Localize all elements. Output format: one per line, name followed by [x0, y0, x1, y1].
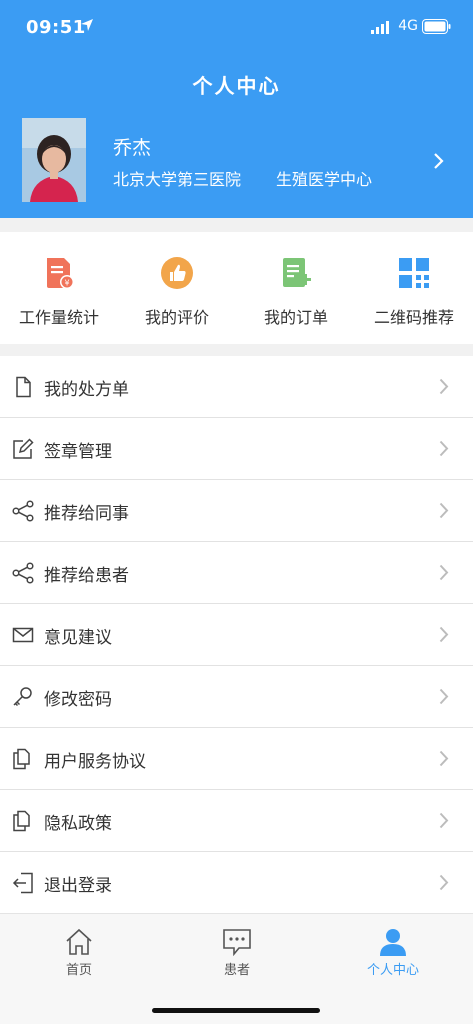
page-title: 个人中心 — [192, 74, 281, 98]
home-indicator — [152, 1008, 320, 1013]
tab-label: 首页 — [65, 963, 92, 978]
menu-label: 我的处方单 — [44, 380, 129, 400]
mail-icon — [12, 627, 34, 643]
chevron-right-icon — [434, 153, 444, 169]
battery-icon — [422, 19, 451, 34]
profile-name: 乔杰 — [113, 137, 152, 159]
workload-stats-icon: ¥ — [47, 258, 74, 289]
quick-label: 二维码推荐 — [373, 308, 454, 327]
chevron-right-icon — [439, 564, 449, 581]
menu-item-prescriptions[interactable]: 我的处方单 — [0, 356, 473, 418]
documents-icon — [13, 810, 30, 832]
menu-label: 退出登录 — [44, 876, 112, 896]
menu-item-recommend-patient[interactable]: 推荐给患者 — [0, 542, 473, 604]
tab-label: 患者 — [223, 963, 250, 978]
share-icon — [12, 500, 34, 522]
key-icon — [13, 687, 32, 707]
screen: 09:51 4G 个人中心 乔杰 北京大学第三医院 生殖医学中心 ¥ 工作量统计… — [0, 0, 473, 1024]
quick-label: 工作量统计 — [18, 308, 99, 327]
documents-icon — [13, 748, 30, 770]
chevron-right-icon — [439, 626, 449, 643]
tab-patients[interactable]: 患者 — [192, 928, 282, 978]
quick-workload-stats[interactable]: ¥ 工作量统计 — [0, 256, 118, 328]
chevron-right-icon — [439, 378, 449, 395]
menu-label: 推荐给同事 — [44, 504, 129, 524]
chevron-right-icon — [439, 440, 449, 457]
status-bar: 09:51 4G — [0, 0, 473, 56]
network-type: 4G — [398, 18, 418, 34]
menu-item-feedback[interactable]: 意见建议 — [0, 604, 473, 666]
chevron-right-icon — [439, 502, 449, 519]
chevron-right-icon — [439, 812, 449, 829]
quick-my-orders[interactable]: 我的订单 — [237, 256, 355, 328]
chevron-right-icon — [439, 688, 449, 705]
menu-label: 签章管理 — [44, 442, 112, 462]
menu-item-signature[interactable]: 签章管理 — [0, 418, 473, 480]
menu-label: 修改密码 — [44, 690, 112, 710]
person-icon — [380, 929, 406, 956]
menu-item-logout[interactable]: 退出登录 — [0, 852, 473, 914]
menu-label: 推荐给患者 — [44, 566, 129, 586]
menu-item-change-password[interactable]: 修改密码 — [0, 666, 473, 728]
thumbs-up-icon — [161, 257, 193, 289]
quick-actions: ¥ 工作量统计 我的评价 我的订单 二维码推荐 — [0, 232, 473, 344]
menu-label: 用户服务协议 — [44, 752, 146, 772]
menu-item-recommend-colleague[interactable]: 推荐给同事 — [0, 480, 473, 542]
header: 09:51 4G 个人中心 乔杰 北京大学第三医院 生殖医学中心 — [0, 0, 473, 218]
chat-icon — [223, 929, 251, 956]
menu-label: 意见建议 — [44, 628, 112, 648]
quick-my-reviews[interactable]: 我的评价 — [118, 256, 236, 328]
qr-code-icon — [399, 258, 429, 288]
avatar-portrait — [22, 118, 86, 202]
share-icon — [12, 562, 34, 584]
chevron-right-icon — [439, 750, 449, 767]
menu-item-privacy-policy[interactable]: 隐私政策 — [0, 790, 473, 852]
location-arrow-icon — [81, 19, 93, 31]
menu-label: 隐私政策 — [44, 814, 112, 834]
quick-qr-recommend[interactable]: 二维码推荐 — [355, 256, 473, 328]
order-icon — [283, 258, 311, 287]
quick-label: 我的评价 — [144, 308, 209, 327]
avatar — [22, 118, 86, 202]
chevron-right-icon — [439, 874, 449, 891]
profile-card[interactable]: 乔杰 北京大学第三医院 生殖医学中心 — [0, 116, 473, 206]
home-icon — [66, 928, 92, 955]
status-time: 09:51 — [26, 17, 86, 38]
logout-icon — [12, 872, 33, 894]
profile-department: 生殖医学中心 — [276, 170, 373, 189]
tab-home[interactable]: 首页 — [34, 928, 124, 978]
edit-icon — [13, 438, 34, 459]
profile-hospital: 北京大学第三医院 — [113, 170, 242, 189]
svg-text:¥: ¥ — [64, 279, 69, 288]
tab-label: 个人中心 — [366, 963, 419, 978]
signal-icon — [371, 21, 389, 34]
quick-label: 我的订单 — [263, 308, 328, 327]
tab-personal-center[interactable]: 个人中心 — [348, 928, 438, 978]
menu-list: 我的处方单 签章管理 推荐给同事 推荐给患者 意见建议 修改密码 用户服务协议 … — [0, 356, 473, 914]
document-icon — [16, 376, 31, 398]
menu-item-service-agreement[interactable]: 用户服务协议 — [0, 728, 473, 790]
